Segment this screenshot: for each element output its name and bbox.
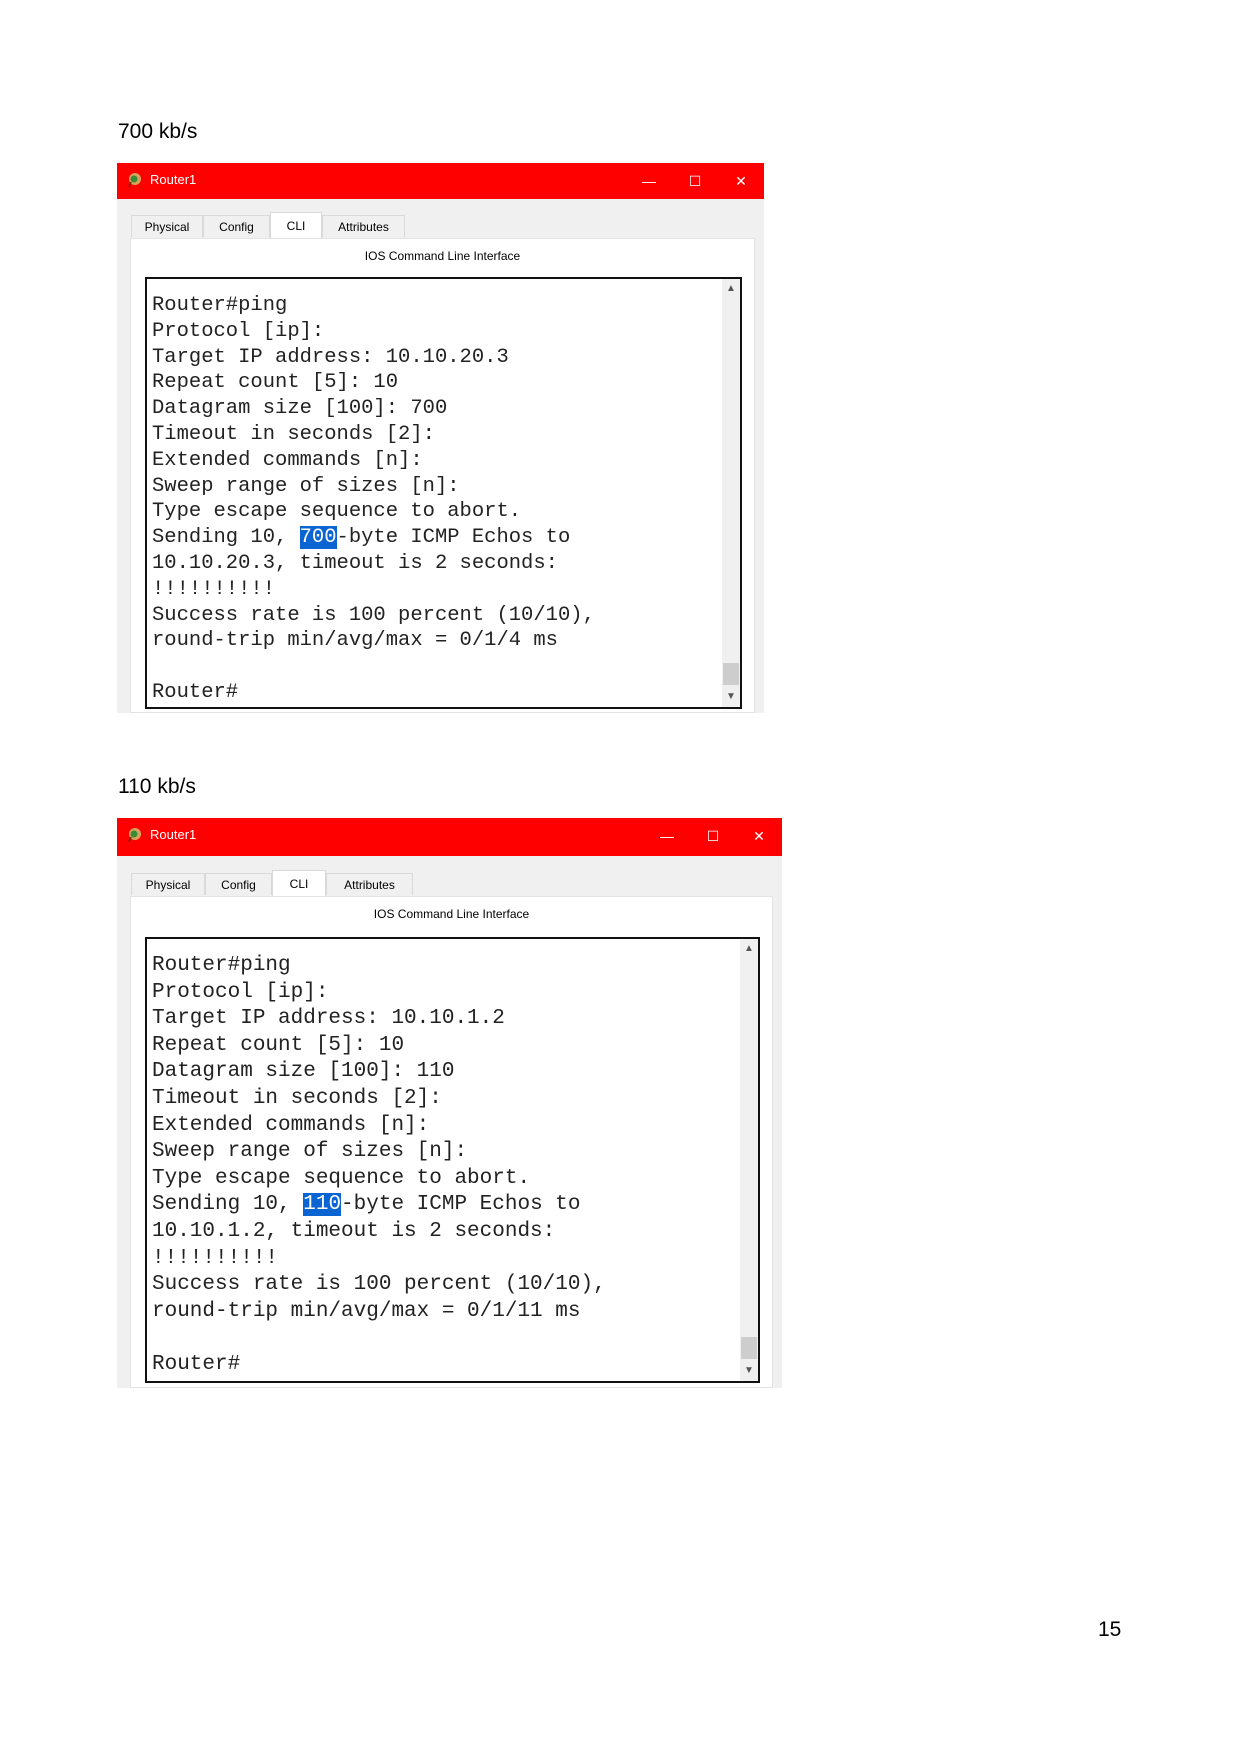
title-bar[interactable]: Router1 — ☐ ✕ bbox=[117, 163, 764, 199]
scroll-down-icon[interactable]: ▼ bbox=[740, 1363, 758, 1379]
scrollbar-thumb[interactable] bbox=[741, 1337, 757, 1359]
tab-physical[interactable]: Physical bbox=[131, 873, 205, 895]
panel-title: IOS Command Line Interface bbox=[373, 907, 530, 921]
selected-text: 700 bbox=[299, 526, 337, 550]
cli-panel: IOS Command Line Interface Router#ping P… bbox=[130, 896, 773, 1388]
vertical-scrollbar[interactable]: ▲ ▼ bbox=[722, 279, 740, 707]
router-app-icon bbox=[128, 828, 141, 843]
minimize-button[interactable]: — bbox=[644, 818, 690, 854]
tab-config[interactable]: Config bbox=[203, 215, 270, 237]
cli-terminal[interactable]: Router#ping Protocol [ip]: Target IP add… bbox=[145, 277, 742, 709]
maximize-button[interactable]: ☐ bbox=[672, 163, 718, 199]
scroll-up-icon[interactable]: ▲ bbox=[722, 281, 740, 297]
scroll-up-icon[interactable]: ▲ bbox=[740, 941, 758, 957]
router-window-1: Router1 — ☐ ✕ Physical Config CLI Attrib… bbox=[117, 163, 764, 713]
tab-physical[interactable]: Physical bbox=[131, 215, 203, 237]
tab-cli[interactable]: CLI bbox=[270, 212, 322, 238]
selected-text: 110 bbox=[303, 1193, 342, 1217]
tab-cli[interactable]: CLI bbox=[272, 870, 326, 896]
router-window-2: Router1 — ☐ ✕ Physical Config CLI Attrib… bbox=[117, 818, 782, 1388]
scrollbar-thumb[interactable] bbox=[723, 663, 739, 685]
minimize-button[interactable]: — bbox=[626, 163, 672, 199]
cli-terminal[interactable]: Router#ping Protocol [ip]: Target IP add… bbox=[145, 937, 760, 1383]
close-button[interactable]: ✕ bbox=[736, 818, 782, 854]
vertical-scrollbar[interactable]: ▲ ▼ bbox=[740, 939, 758, 1381]
tab-attributes[interactable]: Attributes bbox=[326, 873, 413, 895]
window-title: Router1 bbox=[150, 827, 197, 842]
maximize-button[interactable]: ☐ bbox=[690, 818, 736, 854]
router-app-icon bbox=[128, 173, 141, 188]
scroll-down-icon[interactable]: ▼ bbox=[722, 689, 740, 705]
tab-attributes[interactable]: Attributes bbox=[322, 215, 405, 237]
page-number: 15 bbox=[1098, 1618, 1122, 1641]
terminal-output: Router#ping Protocol [ip]: Target IP add… bbox=[152, 294, 595, 704]
panel-title: IOS Command Line Interface bbox=[364, 249, 521, 263]
tab-config[interactable]: Config bbox=[205, 873, 272, 895]
caption-110kbps: 110 kb/s bbox=[118, 775, 196, 798]
cli-panel: IOS Command Line Interface Router#ping P… bbox=[130, 238, 755, 713]
caption-700kbps: 700 kb/s bbox=[118, 120, 198, 143]
terminal-output: Router#ping Protocol [ip]: Target IP add… bbox=[152, 954, 606, 1376]
window-title: Router1 bbox=[150, 172, 197, 187]
close-button[interactable]: ✕ bbox=[718, 163, 764, 199]
title-bar[interactable]: Router1 — ☐ ✕ bbox=[117, 818, 782, 856]
